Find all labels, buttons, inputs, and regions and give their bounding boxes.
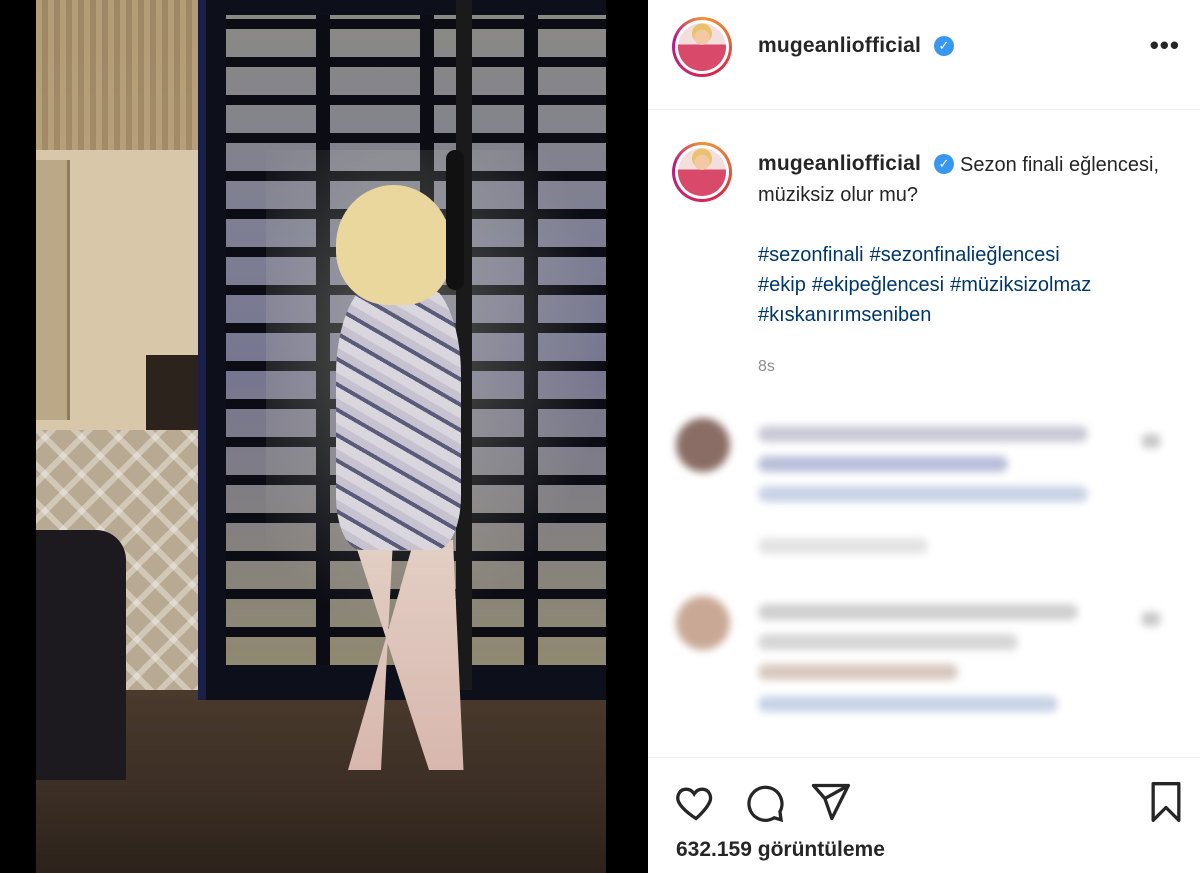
comment-like-icon <box>1142 612 1160 626</box>
paper-plane-icon[interactable] <box>808 780 852 824</box>
post-time[interactable]: 8s <box>758 358 775 376</box>
header-username[interactable]: mugeanliofficial <box>758 34 921 58</box>
caption-text: Sezon finali eğlencesi, müziksiz olur mu… <box>758 154 1160 206</box>
hashtag-link[interactable]: #kıskanırımseniben <box>758 304 931 326</box>
post-panel: mugeanliofficial ✓ ••• mugeanliofficial … <box>648 0 1200 873</box>
avatar-image <box>678 148 726 196</box>
post-header: mugeanliofficial ✓ ••• <box>648 0 1200 110</box>
caption-avatar[interactable] <box>672 142 732 202</box>
hashtag-link[interactable]: #sezonfinalieğlencesi <box>870 244 1060 266</box>
comment-line <box>758 456 1008 472</box>
comment-line <box>758 426 1088 442</box>
avatar[interactable] <box>672 17 732 77</box>
comment-line <box>758 538 928 554</box>
microphone-stand <box>446 150 464 290</box>
hashtag-link[interactable]: #sezonfinali <box>758 244 864 266</box>
comments-list-blurred <box>648 400 1200 750</box>
hashtag-link[interactable]: #ekip <box>758 274 806 296</box>
action-bar: 632.159 görüntüleme <box>648 757 1200 873</box>
comment-line <box>758 604 1078 620</box>
comment-line <box>758 634 1018 650</box>
heart-icon[interactable] <box>674 780 718 824</box>
bookmark-icon[interactable] <box>1144 780 1188 824</box>
video-person-hair <box>336 185 451 305</box>
video-door <box>36 160 70 420</box>
hashtag-link[interactable]: #müziksizolmaz <box>950 274 1091 296</box>
comment-like-icon <box>1142 434 1160 448</box>
avatar-image <box>678 23 726 71</box>
video-player[interactable] <box>0 0 648 873</box>
video-person-dress <box>336 280 461 550</box>
comment-line <box>758 696 1058 712</box>
view-count[interactable]: 632.159 görüntüleme <box>676 838 885 862</box>
hashtag-link[interactable]: #ekipeğlencesi <box>812 274 944 296</box>
comment-avatar <box>676 596 730 650</box>
comment-line <box>758 486 1088 502</box>
verified-badge-icon: ✓ <box>934 36 954 56</box>
video-chair <box>36 530 126 780</box>
comment-line <box>758 664 958 680</box>
comment-bubble-icon[interactable] <box>742 780 786 824</box>
video-frame[interactable] <box>36 0 606 873</box>
comment-avatar <box>676 418 730 472</box>
video-shelf <box>146 355 206 430</box>
hashtag-list: #sezonfinali #sezonfinalieğlencesi #ekip #… <box>758 240 1178 330</box>
more-options-icon[interactable]: ••• <box>1150 30 1180 61</box>
